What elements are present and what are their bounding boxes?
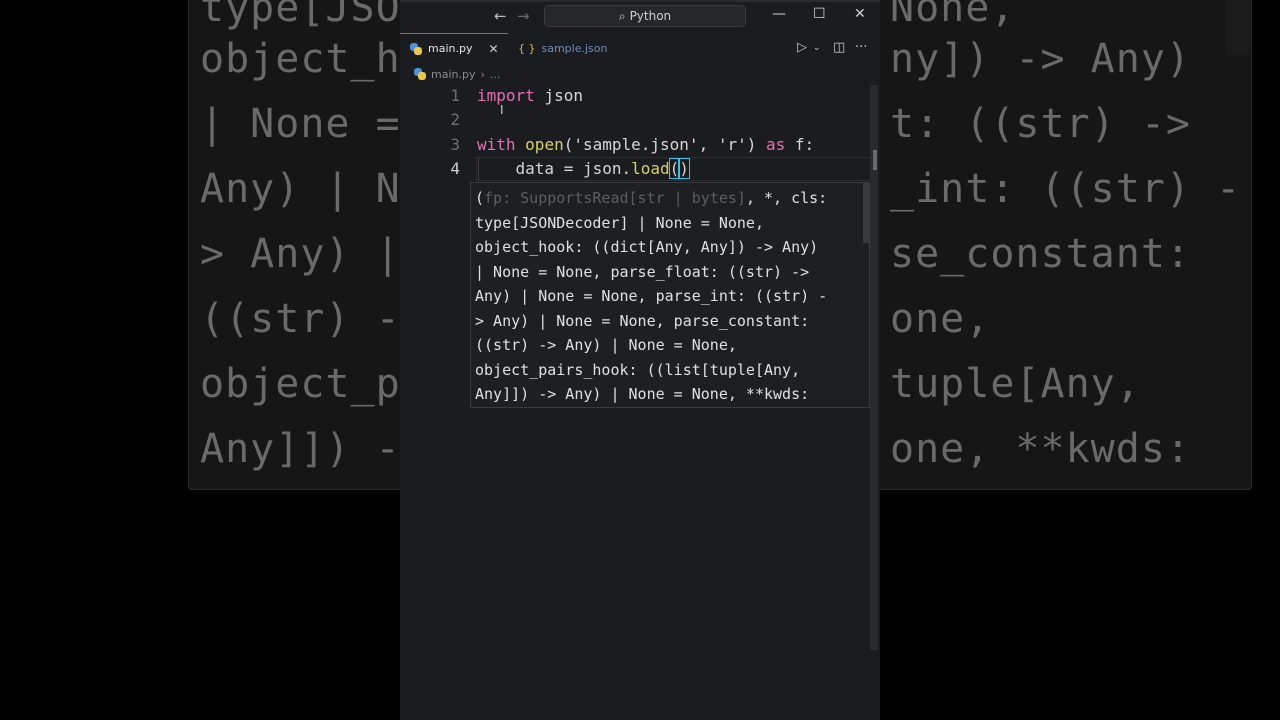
bg-right-line: se_constant: (890, 231, 1191, 277)
command-center-label: Python (629, 9, 672, 23)
arrow-left-icon[interactable]: ← (494, 7, 507, 25)
bg-right-line: t: ((str) -> (890, 101, 1191, 147)
signature-line: (fp: SupportsRead[str | bytes], *, cls: (475, 189, 828, 207)
line-number-current: 4 (450, 159, 460, 178)
line-number: 1 (450, 86, 460, 105)
signature-help-popup: (fp: SupportsRead[str | bytes], *, cls: t… (470, 182, 870, 408)
line-number: 2 (450, 110, 460, 129)
bg-right-line: one, **kwds: (890, 426, 1191, 472)
command-center-search[interactable]: ⌕ Python (544, 5, 746, 27)
split-editor-icon[interactable]: ◫ (833, 40, 845, 55)
scrollbar-thumb[interactable] (873, 150, 877, 170)
close-icon[interactable]: ✕ (488, 42, 498, 56)
chevron-down-icon[interactable]: ⌄ (813, 43, 821, 53)
arrow-right-icon[interactable]: → (517, 7, 530, 25)
signature-line: Any]]) -> Any) | None = None, **kwds: (475, 385, 810, 403)
tab-bar: main.py ✕ { } sample.json ▷ ⌄ ◫ ··· (400, 33, 880, 63)
json-file-icon: { } (518, 41, 536, 55)
bg-left-line: object_h (200, 36, 401, 82)
breadcrumb: main.py › ... (414, 66, 500, 82)
background-scroll (1226, 0, 1250, 55)
bg-right-line: ny]) -> Any) (890, 36, 1191, 82)
bg-right-line: one, (890, 296, 991, 342)
minimize-button[interactable]: — (772, 6, 786, 22)
editor-window: ← → ⌕ Python — ☐ ✕ main.py ✕ { } sample.… (400, 0, 880, 720)
close-window-button[interactable]: ✕ (854, 6, 866, 22)
line-number: 3 (450, 135, 460, 154)
signature-line: > Any) | None = None, parse_constant: (475, 311, 810, 330)
text-cursor-icon: I (500, 103, 504, 117)
code-line-4[interactable]: data = json.load() (477, 157, 690, 182)
python-file-icon (410, 42, 422, 55)
signature-line: object_hook: ((dict[Any, Any]) -> Any) (475, 238, 819, 256)
bg-left-line: Any) | N (200, 166, 401, 212)
bg-left-line: object_p (200, 361, 401, 407)
title-bar: ← → ⌕ Python — ☐ ✕ (400, 0, 880, 33)
title-bar-border (400, 0, 880, 2)
signature-line: | None = None, parse_float: ((str) -> (475, 262, 810, 281)
more-actions-icon[interactable]: ··· (855, 40, 867, 55)
tab-main-py[interactable]: main.py ✕ (400, 33, 508, 63)
popup-scrollbar[interactable] (863, 183, 869, 243)
bg-right-line: _int: ((str) - (890, 166, 1242, 212)
code-line-3[interactable]: with open('sample.json', 'r') as f: (477, 133, 814, 158)
run-icon[interactable]: ▷ (797, 40, 807, 55)
breadcrumb-file[interactable]: main.py (431, 68, 475, 81)
tab-sample-json[interactable]: { } sample.json (510, 33, 607, 63)
breadcrumb-separator: › (480, 67, 485, 81)
search-icon: ⌕ (618, 8, 626, 23)
signature-line: object_pairs_hook: ((list[tuple[Any, (475, 360, 801, 379)
python-file-icon (414, 68, 426, 80)
bg-left-line: Any]]) - (200, 426, 401, 472)
signature-line: type[JSONDecoder] | None = None, (475, 213, 764, 232)
tab-label: sample.json (541, 41, 608, 55)
code-line-1[interactable]: import json (477, 84, 583, 109)
bg-left-line: > Any) | (200, 231, 401, 277)
signature-line: Any) | None = None, parse_int: ((str) - (475, 287, 828, 305)
breadcrumb-more[interactable]: ... (490, 68, 501, 81)
bg-left-line: | None = (200, 101, 401, 147)
bg-right-line: tuple[Any, (890, 361, 1141, 407)
tab-label: main.py (428, 42, 473, 55)
maximize-button[interactable]: ☐ (813, 6, 826, 22)
bg-left-line: ((str) - (200, 296, 401, 342)
signature-line: ((str) -> Any) | None = None, (475, 336, 737, 354)
